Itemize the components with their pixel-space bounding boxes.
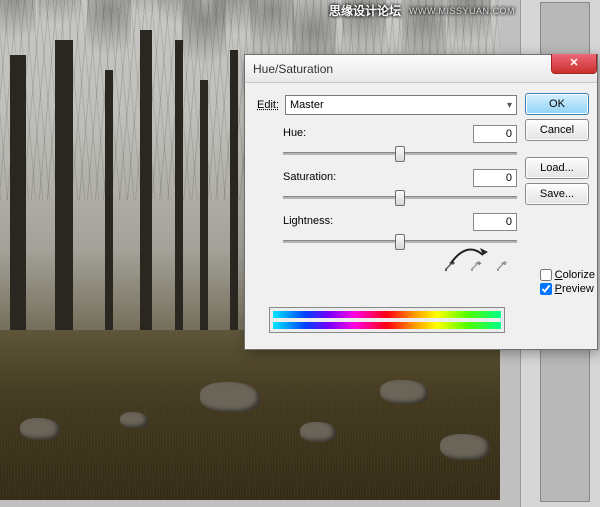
dialog-titlebar[interactable]: Hue/Saturation ✕ — [245, 55, 597, 83]
lightness-input[interactable]: 0 — [473, 213, 517, 231]
colorize-checkbox[interactable]: Colorize — [540, 269, 595, 281]
hue-label: Hue: — [283, 127, 463, 139]
watermark: 思缘设计论坛 WWW.MISSYUAN.COM — [329, 2, 515, 19]
close-button[interactable]: ✕ — [551, 54, 597, 74]
eyedropper-plus-icon[interactable]: + — [465, 257, 485, 277]
eyedropper-minus-icon[interactable]: - — [491, 257, 511, 277]
lightness-slider[interactable] — [283, 231, 517, 251]
svg-text:-: - — [504, 262, 506, 268]
hue-slider[interactable] — [283, 143, 517, 163]
watermark-url: WWW.MISSYUAN.COM — [409, 6, 515, 16]
hue-saturation-dialog: Hue/Saturation ✕ Edit: Master Hue: 0 — [244, 54, 598, 350]
svg-text:+: + — [478, 262, 482, 268]
lightness-label: Lightness: — [283, 215, 463, 227]
saturation-slider[interactable] — [283, 187, 517, 207]
eyedropper-icon[interactable] — [439, 257, 459, 277]
ok-button[interactable]: OK — [525, 93, 589, 115]
slider-thumb-icon[interactable] — [395, 234, 405, 250]
preview-checkbox[interactable]: Preview — [540, 283, 595, 295]
saturation-label: Saturation: — [283, 171, 463, 183]
preview-check-input[interactable] — [540, 283, 552, 295]
spectrum-strip — [269, 307, 505, 333]
slider-thumb-icon[interactable] — [395, 146, 405, 162]
load-button[interactable]: Load... — [525, 157, 589, 179]
dialog-title: Hue/Saturation — [253, 62, 333, 76]
save-button[interactable]: Save... — [525, 183, 589, 205]
channel-value: Master — [290, 99, 324, 111]
slider-thumb-icon[interactable] — [395, 190, 405, 206]
hue-input[interactable]: 0 — [473, 125, 517, 143]
watermark-text: 思缘设计论坛 — [329, 2, 401, 19]
saturation-input[interactable]: 0 — [473, 169, 517, 187]
close-icon: ✕ — [569, 57, 578, 69]
channel-select[interactable]: Master — [285, 95, 517, 115]
colorize-check-input[interactable] — [540, 269, 552, 281]
edit-label: Edit: — [257, 99, 279, 111]
cancel-button[interactable]: Cancel — [525, 119, 589, 141]
